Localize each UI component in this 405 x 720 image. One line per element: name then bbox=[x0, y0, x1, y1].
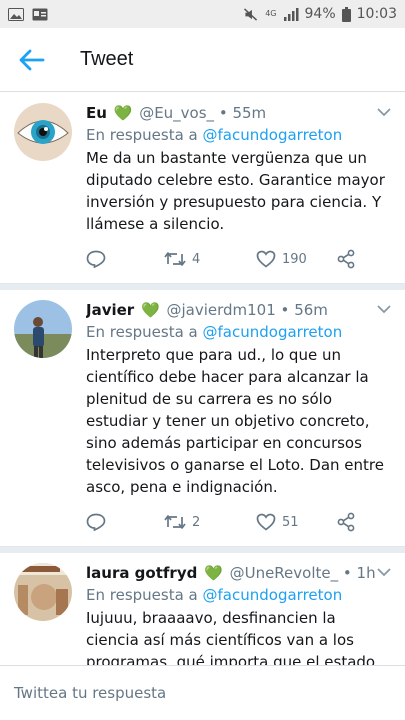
heart-outline-icon bbox=[256, 513, 276, 531]
mute-icon bbox=[244, 7, 258, 21]
user-handle[interactable]: @UneRevolte_ bbox=[230, 564, 339, 582]
person-landscape-avatar-image bbox=[14, 300, 72, 358]
eye-avatar-image bbox=[14, 103, 72, 161]
battery-percent: 94% bbox=[304, 6, 336, 22]
tweet-text: Me da un bastante vergüenza que un diput… bbox=[86, 149, 385, 233]
display-name[interactable]: Javier bbox=[86, 301, 134, 319]
reply-icon bbox=[86, 513, 106, 531]
like-count: 51 bbox=[282, 514, 299, 530]
separator-dot: • bbox=[342, 564, 352, 582]
network-type: 4G bbox=[265, 9, 277, 18]
magazine-cover-avatar-image bbox=[14, 563, 72, 621]
green-heart-emoji: 💚 bbox=[113, 104, 133, 122]
tweet-time: 1h bbox=[356, 564, 376, 582]
avatar[interactable] bbox=[14, 103, 72, 161]
reply-to-link[interactable]: @facundogarreton bbox=[203, 586, 343, 604]
tweet-header: laura gotfryd 💚 @UneRevolte_ • 1h bbox=[86, 563, 391, 583]
reply-prefix: En respuesta a bbox=[86, 323, 198, 341]
reply-to-link[interactable]: @facundogarreton bbox=[203, 126, 343, 144]
reply-context: En respuesta a @facundogarreton bbox=[86, 124, 391, 146]
reply-context: En respuesta a @facundogarreton bbox=[86, 584, 391, 606]
retweet-count: 2 bbox=[192, 514, 201, 530]
reply-input[interactable]: Twittea tu respuesta bbox=[14, 684, 391, 702]
display-name[interactable]: laura gotfryd bbox=[86, 564, 197, 582]
share-button[interactable] bbox=[336, 512, 356, 532]
retweet-button[interactable]: 4 bbox=[164, 251, 256, 267]
back-button[interactable] bbox=[0, 28, 64, 92]
retweet-button[interactable]: 2 bbox=[164, 514, 256, 530]
replies-feed[interactable]: Eu 💚 @Eu_vos_ • 55m En respuesta a @facu… bbox=[0, 93, 405, 665]
tweet-actions: 2 51 bbox=[86, 510, 391, 534]
reply-to-link[interactable]: @facundogarreton bbox=[203, 323, 343, 341]
reply-button[interactable] bbox=[86, 513, 164, 531]
separator-dot: • bbox=[280, 301, 290, 319]
tweet-text: Interpreto que para ud., lo que un cient… bbox=[86, 346, 384, 496]
reply-button[interactable] bbox=[86, 250, 164, 268]
tweet-text: Iujuuu, braaaavo, desfinancien la cienci… bbox=[86, 609, 376, 665]
battery-icon bbox=[341, 6, 351, 22]
signal-icon bbox=[283, 7, 299, 21]
tweet-time: 55m bbox=[232, 104, 267, 122]
avatar[interactable] bbox=[14, 300, 72, 358]
green-heart-emoji: 💚 bbox=[204, 564, 223, 582]
tweet-actions: 4 190 bbox=[86, 247, 391, 271]
tweet-time: 56m bbox=[294, 301, 328, 319]
reply-prefix: En respuesta a bbox=[86, 126, 198, 144]
page-title: Tweet bbox=[80, 48, 134, 70]
reply-icon bbox=[86, 250, 106, 268]
separator-dot: • bbox=[218, 104, 228, 122]
reply-tweet[interactable]: Eu 💚 @Eu_vos_ • 55m En respuesta a @facu… bbox=[0, 93, 405, 284]
share-button[interactable] bbox=[336, 249, 356, 269]
tweet-header: Javier 💚 @javierdm101 • 56m bbox=[86, 300, 391, 320]
heart-outline-icon bbox=[256, 250, 276, 268]
reply-prefix: En respuesta a bbox=[86, 586, 198, 604]
image-notification-icon bbox=[8, 7, 24, 21]
share-icon bbox=[337, 512, 355, 532]
user-handle[interactable]: @Eu_vos_ bbox=[139, 104, 214, 122]
like-button[interactable]: 190 bbox=[256, 250, 336, 268]
share-icon bbox=[337, 249, 355, 269]
like-count: 190 bbox=[282, 251, 307, 267]
chevron-down-icon[interactable] bbox=[377, 567, 391, 577]
status-bar: 4G 94% 10:03 bbox=[0, 0, 405, 28]
reply-tweet[interactable]: Javier 💚 @javierdm101 • 56m En respuesta… bbox=[0, 290, 405, 547]
tweet-header: Eu 💚 @Eu_vos_ • 55m bbox=[86, 103, 391, 123]
reply-tweet[interactable]: laura gotfryd 💚 @UneRevolte_ • 1h En res… bbox=[0, 553, 405, 665]
reply-composer: Twittea tu respuesta bbox=[0, 665, 405, 720]
green-heart-emoji: 💚 bbox=[140, 301, 160, 319]
app-bar: Tweet bbox=[0, 28, 405, 92]
card-notification-icon bbox=[32, 8, 48, 20]
user-handle[interactable]: @javierdm101 bbox=[166, 301, 275, 319]
reply-context: En respuesta a @facundogarreton bbox=[86, 321, 391, 343]
retweet-count: 4 bbox=[192, 251, 201, 267]
retweet-icon bbox=[164, 252, 186, 266]
retweet-icon bbox=[164, 515, 186, 529]
chevron-down-icon[interactable] bbox=[377, 107, 391, 117]
back-arrow-icon bbox=[19, 49, 45, 70]
chevron-down-icon[interactable] bbox=[377, 304, 391, 314]
display-name[interactable]: Eu bbox=[86, 104, 107, 122]
clock: 10:03 bbox=[356, 6, 397, 22]
like-button[interactable]: 51 bbox=[256, 513, 336, 531]
avatar[interactable] bbox=[14, 563, 72, 621]
